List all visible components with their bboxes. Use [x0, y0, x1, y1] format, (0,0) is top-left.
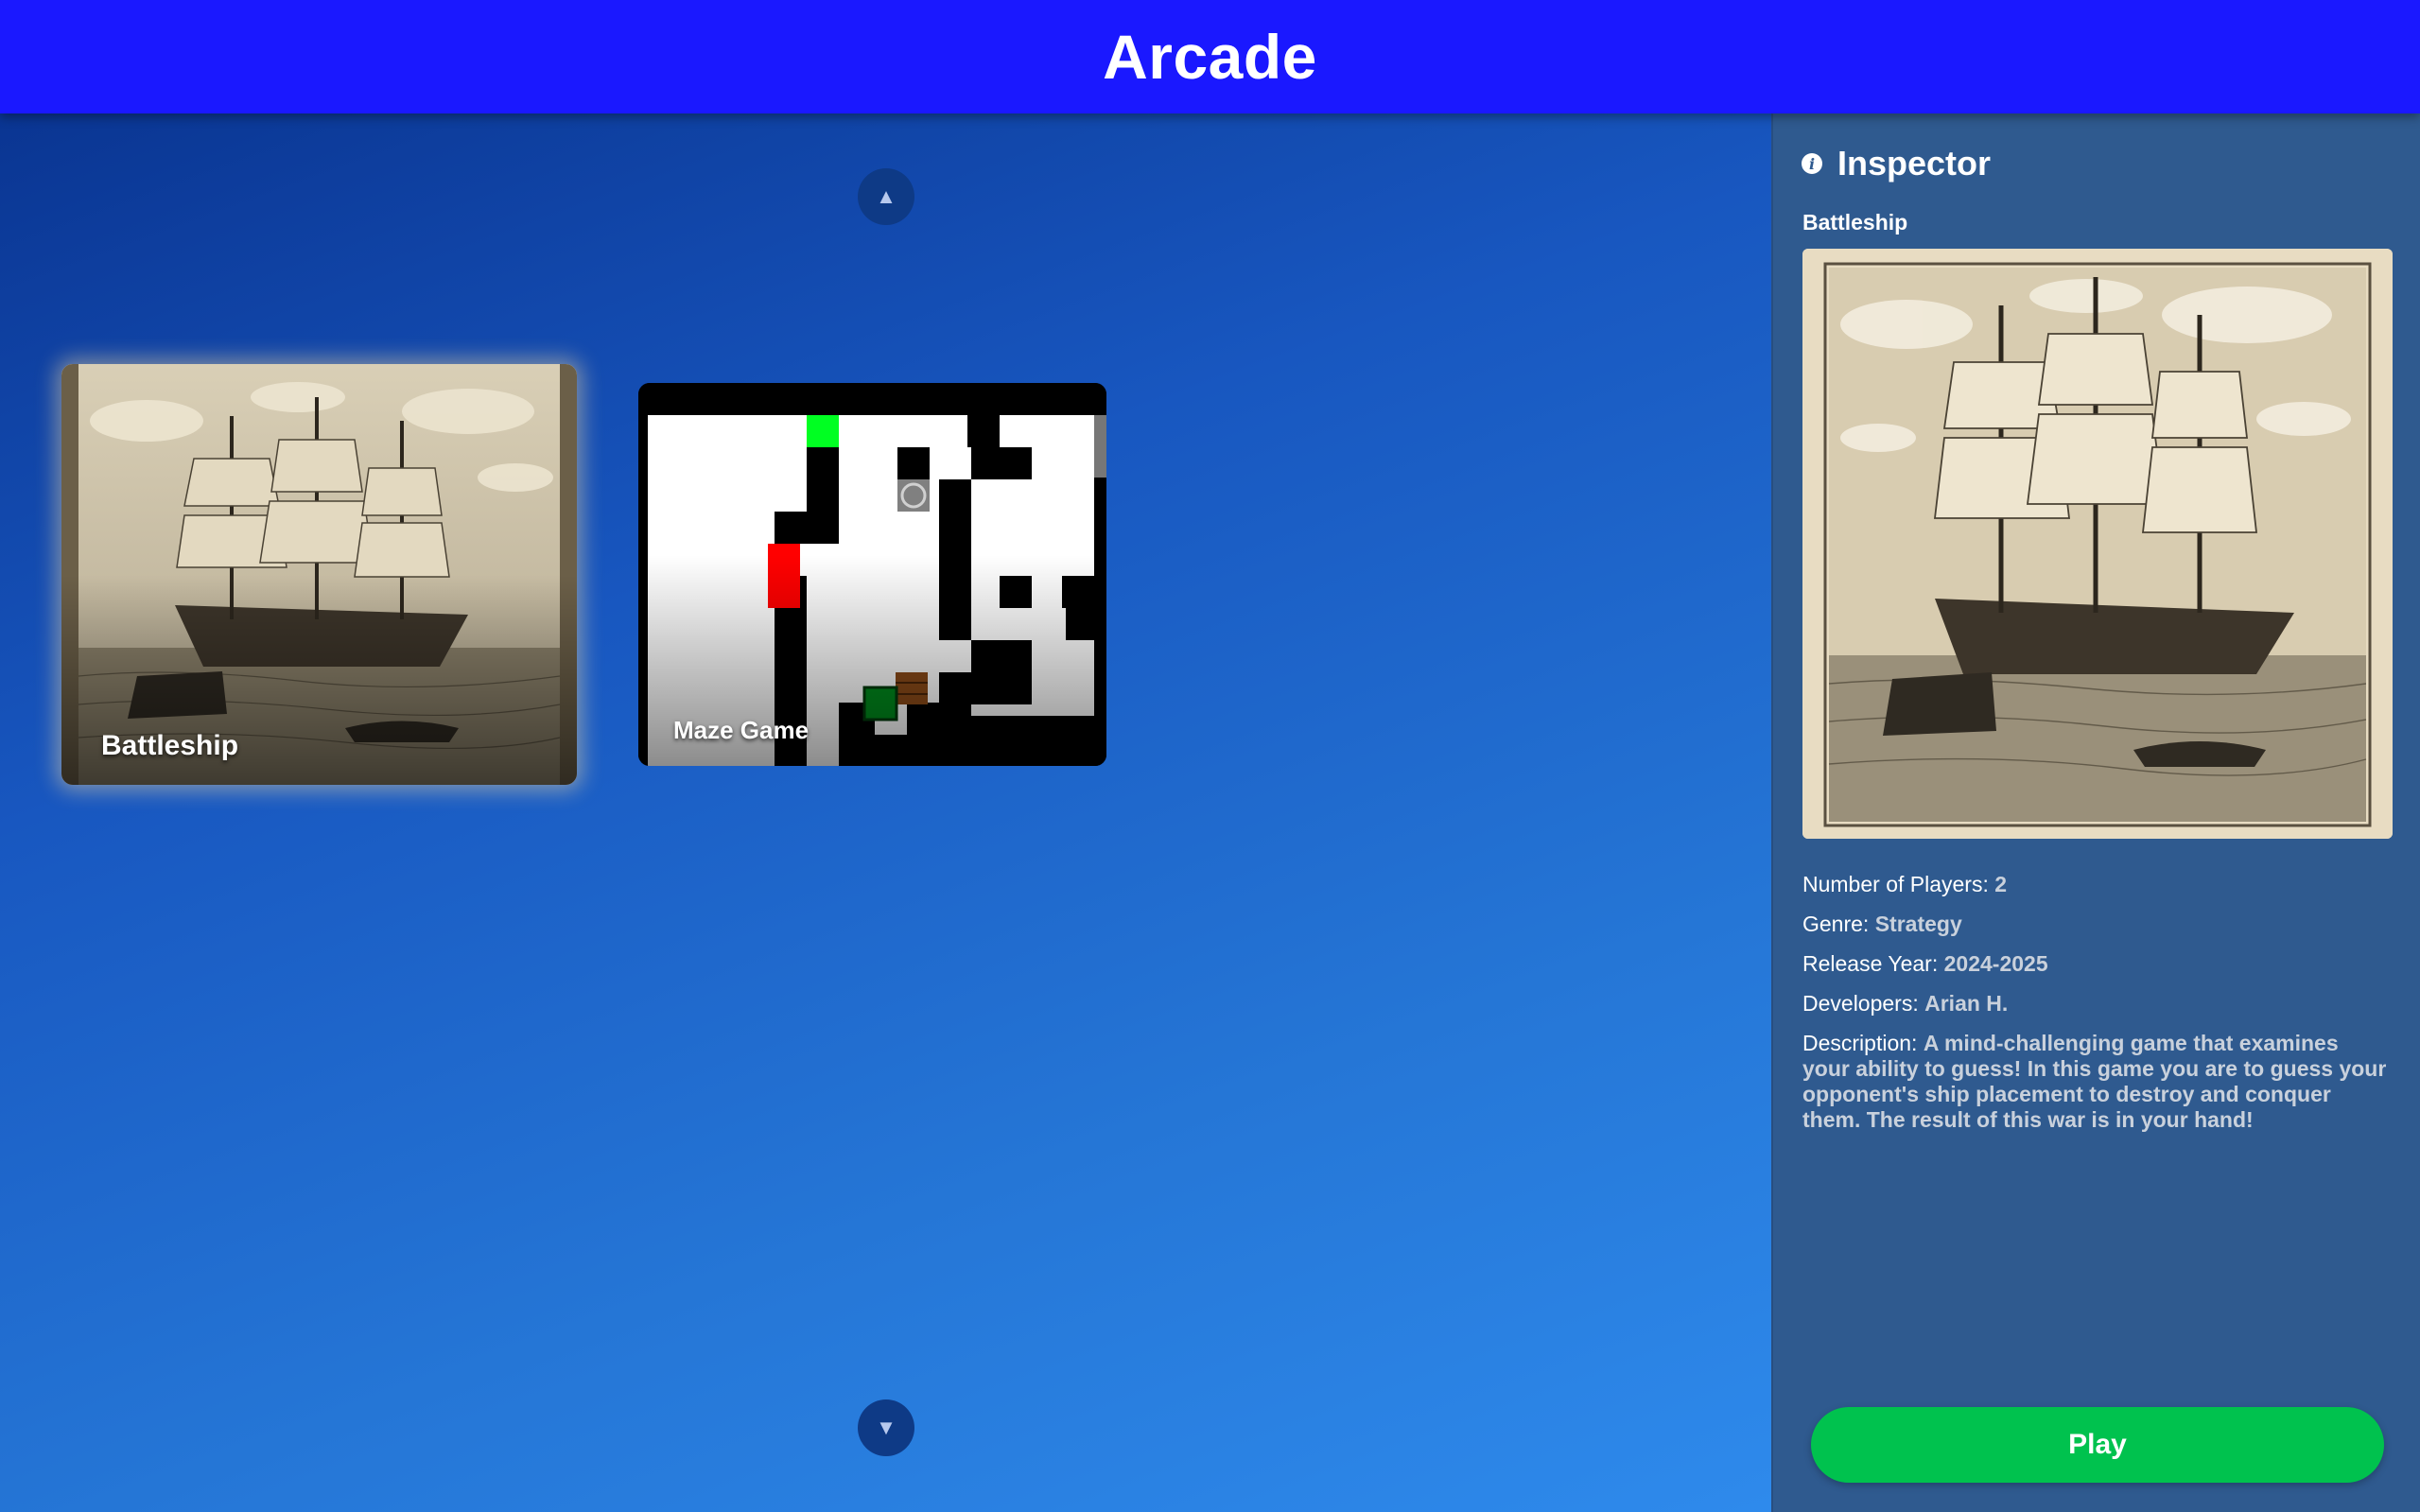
selected-game-title: Battleship — [1802, 210, 1908, 235]
detail-description: Description: A mind-challenging game tha… — [1802, 1031, 2387, 1132]
game-card-title: Maze Game — [673, 716, 810, 744]
detail-developers: Developers: Arian H. — [1802, 991, 2009, 1016]
game-card-title: Battleship — [101, 730, 239, 761]
play-button[interactable]: Play — [1811, 1407, 2384, 1483]
detail-players: Number of Players: 2 — [1802, 872, 2008, 896]
scroll-down-button[interactable]: ▼ — [858, 1399, 914, 1456]
scroll-up-button[interactable]: ▲ — [858, 168, 914, 225]
maze-start — [807, 415, 839, 447]
chevron-down-icon: ▼ — [876, 1416, 897, 1439]
app-title: Arcade — [1103, 22, 1317, 92]
inspector-panel: i Inspector Battleship Number of Players… — [1771, 113, 2420, 1512]
inspector-header: i Inspector — [1802, 144, 1991, 183]
inspector-title: Inspector — [1837, 144, 1992, 182]
game-details: Number of Players: 2 Genre: Strategy Rel… — [1802, 872, 2389, 1147]
game-carousel: ▲ Battleship Maze Game ▼ — [0, 113, 1771, 1512]
chevron-up-icon: ▲ — [876, 184, 897, 208]
detail-genre: Genre: Strategy — [1802, 912, 1962, 936]
game-card-battleship[interactable]: Battleship — [61, 364, 577, 785]
detail-release-year: Release Year: 2024-2025 — [1802, 951, 2048, 976]
game-card-maze[interactable]: Maze Game — [638, 383, 1106, 766]
selected-game-image — [1802, 249, 2393, 839]
info-icon: i — [1802, 153, 1822, 174]
app-header: Arcade — [0, 0, 2420, 113]
